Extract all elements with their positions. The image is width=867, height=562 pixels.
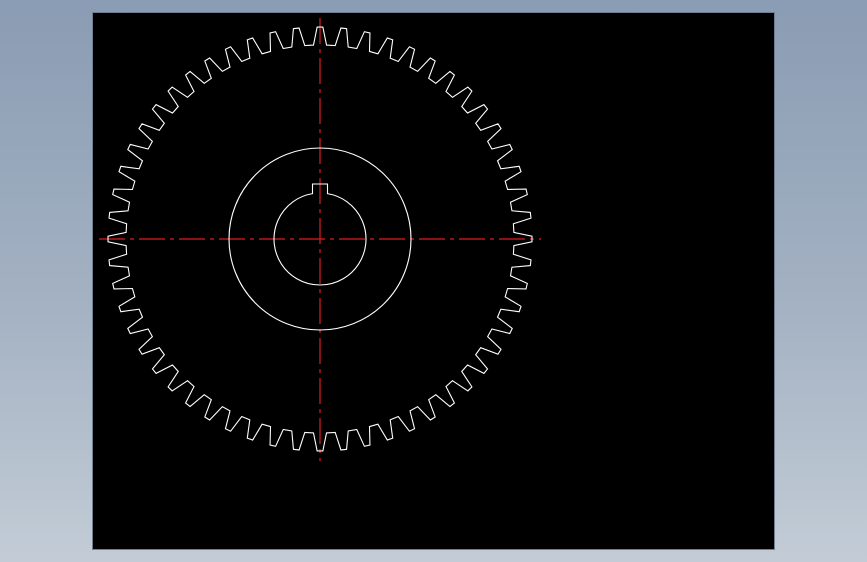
gear-drawing bbox=[99, 18, 541, 461]
cad-drawing-viewport[interactable] bbox=[93, 13, 774, 549]
centerlines bbox=[99, 18, 541, 461]
